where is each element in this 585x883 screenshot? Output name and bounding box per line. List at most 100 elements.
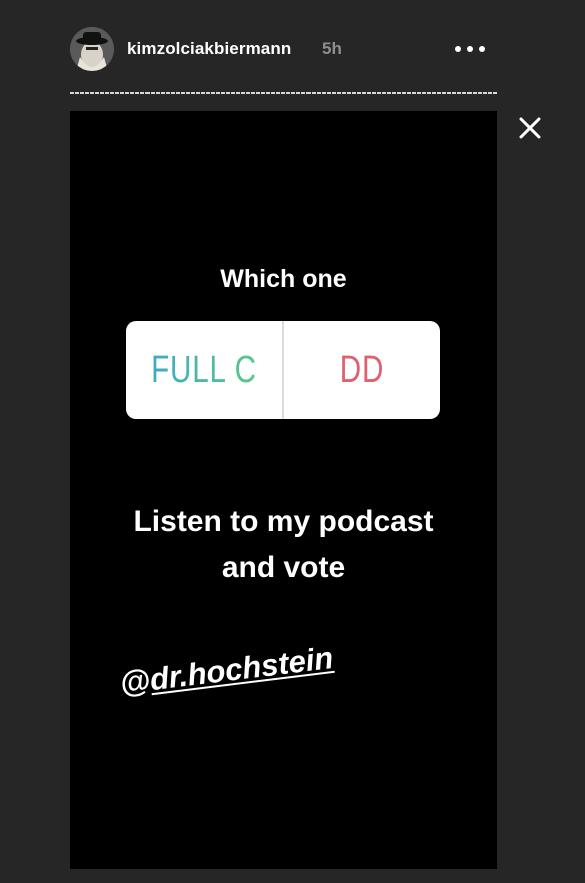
mention-at-sign: @ xyxy=(117,662,153,701)
progress-segment xyxy=(125,92,130,94)
progress-segment xyxy=(185,92,190,94)
progress-segment xyxy=(70,92,75,94)
progress-segment xyxy=(225,92,230,94)
progress-segment xyxy=(195,92,200,94)
progress-segment xyxy=(296,92,301,94)
progress-segment xyxy=(432,92,437,94)
progress-segment xyxy=(130,92,135,94)
progress-segment xyxy=(371,92,376,94)
mention-handle: dr.hochstein xyxy=(147,639,336,698)
progress-segment xyxy=(150,92,155,94)
progress-segment xyxy=(321,92,326,94)
progress-segment xyxy=(437,92,442,94)
story-header: kimzolciakbiermann 5h xyxy=(70,27,497,73)
progress-segment xyxy=(231,92,236,94)
progress-segment xyxy=(165,92,170,94)
story-content[interactable]: Which one FULL C DD Listen to my podcast… xyxy=(70,111,497,869)
progress-segment xyxy=(301,92,306,94)
story-caption: Listen to my podcast and vote xyxy=(70,499,497,591)
progress-segment xyxy=(336,92,341,94)
progress-segment xyxy=(210,92,215,94)
progress-segment xyxy=(492,92,497,94)
progress-segment xyxy=(351,92,356,94)
progress-segment xyxy=(316,92,321,94)
progress-segment xyxy=(200,92,205,94)
story-viewer: kimzolciakbiermann 5h Which one FULL C D… xyxy=(0,0,585,883)
more-horizontal-icon xyxy=(479,46,485,52)
progress-segment xyxy=(145,92,150,94)
progress-segment xyxy=(75,92,80,94)
progress-segment xyxy=(381,92,386,94)
progress-segment xyxy=(326,92,331,94)
progress-segment xyxy=(256,92,261,94)
progress-segment xyxy=(246,92,251,94)
progress-segment xyxy=(276,92,281,94)
progress-segment xyxy=(175,92,180,94)
progress-segment xyxy=(190,92,195,94)
progress-segment xyxy=(376,92,381,94)
progress-segment xyxy=(477,92,482,94)
progress-segment xyxy=(482,92,487,94)
progress-segment xyxy=(417,92,422,94)
progress-segment xyxy=(487,92,492,94)
progress-segment xyxy=(90,92,95,94)
mention-sticker[interactable]: @dr.hochstein xyxy=(118,640,335,702)
progress-segment xyxy=(311,92,316,94)
progress-segment xyxy=(215,92,220,94)
progress-segment xyxy=(447,92,452,94)
progress-segment xyxy=(135,92,140,94)
timestamp: 5h xyxy=(322,39,342,58)
progress-segment xyxy=(115,92,120,94)
progress-segment xyxy=(412,92,417,94)
progress-segment xyxy=(457,92,462,94)
progress-segment xyxy=(422,92,427,94)
progress-segment xyxy=(467,92,472,94)
progress-segment xyxy=(361,92,366,94)
progress-segment xyxy=(291,92,296,94)
progress-segment xyxy=(472,92,477,94)
more-horizontal-icon xyxy=(455,46,461,52)
progress-segment xyxy=(266,92,271,94)
more-options-button[interactable] xyxy=(453,41,487,57)
progress-segment xyxy=(95,92,100,94)
progress-segment xyxy=(407,92,412,94)
progress-segment xyxy=(346,92,351,94)
close-button[interactable] xyxy=(515,113,545,143)
story-progress-bar xyxy=(70,91,497,95)
progress-segment xyxy=(155,92,160,94)
progress-segment xyxy=(341,92,346,94)
progress-segment xyxy=(271,92,276,94)
progress-segment xyxy=(281,92,286,94)
close-icon xyxy=(519,117,541,139)
progress-segment xyxy=(160,92,165,94)
progress-segment xyxy=(452,92,457,94)
progress-segment xyxy=(402,92,407,94)
progress-segment xyxy=(80,92,85,94)
progress-segment xyxy=(236,92,241,94)
username[interactable]: kimzolciakbiermann xyxy=(127,39,291,59)
progress-segment xyxy=(356,92,361,94)
progress-segment xyxy=(251,92,256,94)
progress-segment xyxy=(140,92,145,94)
progress-segment xyxy=(286,92,291,94)
progress-segment xyxy=(261,92,266,94)
poll-question: Which one xyxy=(220,265,347,293)
progress-segment xyxy=(442,92,447,94)
progress-segment xyxy=(366,92,371,94)
poll-option-b[interactable]: DD xyxy=(301,321,423,419)
progress-segment xyxy=(427,92,432,94)
progress-segment xyxy=(220,92,225,94)
poll-divider xyxy=(282,321,284,419)
progress-segment xyxy=(386,92,391,94)
progress-segment xyxy=(100,92,105,94)
poll-option-a[interactable]: FULL C xyxy=(143,321,265,419)
poll-sticker: FULL C DD xyxy=(126,321,440,419)
avatar[interactable] xyxy=(70,27,114,71)
progress-segment xyxy=(306,92,311,94)
progress-segment xyxy=(110,92,115,94)
more-horizontal-icon xyxy=(467,46,473,52)
caption-line-1: Listen to my podcast xyxy=(133,505,434,538)
progress-segment xyxy=(241,92,246,94)
progress-segment xyxy=(105,92,110,94)
progress-segment xyxy=(462,92,467,94)
